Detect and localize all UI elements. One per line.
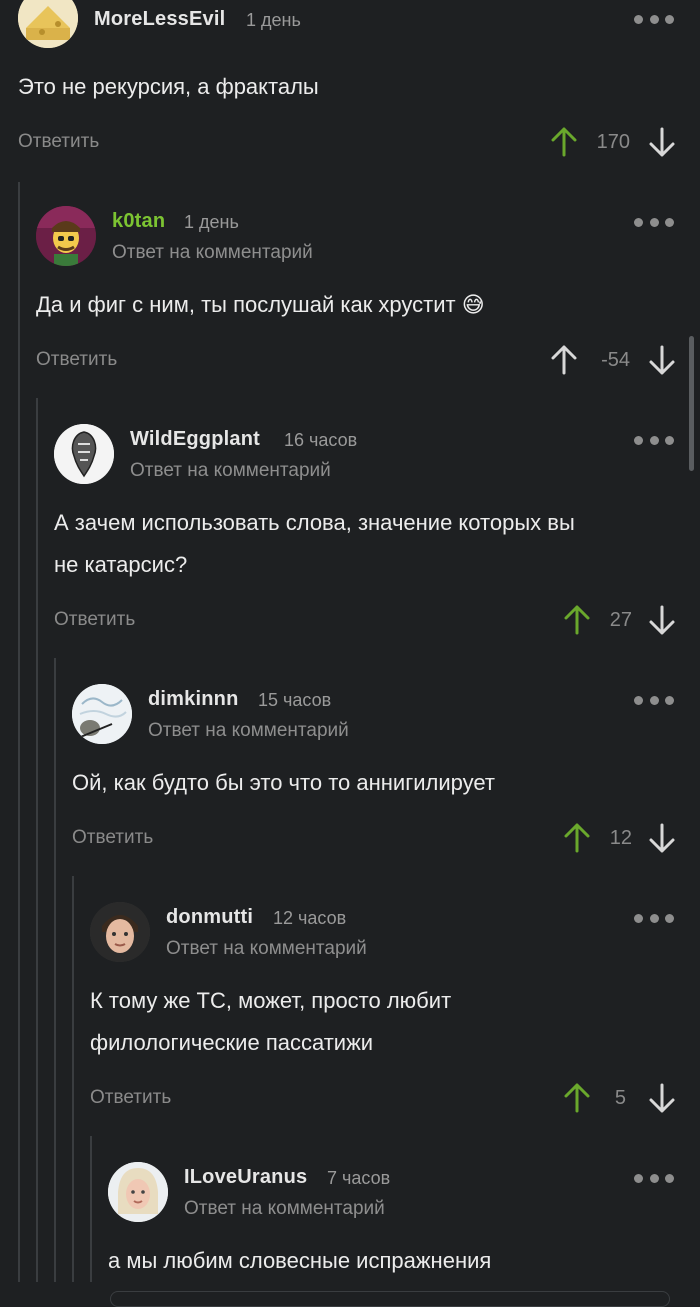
score-value: 27 (609, 609, 632, 631)
author-name[interactable]: k0tan (112, 210, 165, 233)
author-name[interactable]: WildEggplant (130, 428, 260, 451)
comment-time: 15 часов (258, 690, 332, 710)
score-value: -54 (601, 349, 630, 371)
avatar[interactable] (108, 1162, 168, 1222)
thread-line-level-5 (90, 1136, 92, 1282)
comment-text: Ой, как будто бы это что то аннигилирует (72, 770, 495, 795)
comment-text: Да и фиг с ним, ты послушай как хрустит … (36, 292, 485, 317)
comment-text-line-2: не катарсис? (54, 552, 188, 577)
arrow-down-icon[interactable] (648, 126, 676, 158)
more-dots-icon[interactable] (634, 12, 674, 26)
arrow-down-icon[interactable] (648, 822, 676, 854)
reply-button[interactable]: Ответить (18, 131, 99, 153)
bottom-bar (0, 1285, 700, 1307)
avatar[interactable] (18, 0, 78, 48)
author-name[interactable]: MoreLessEvil (94, 8, 225, 31)
score-value: 170 (596, 131, 630, 153)
comment-text-line-1: К тому же ТС, может, просто любит (90, 988, 452, 1013)
comment-time: 16 часов (284, 430, 358, 450)
thread-line-level-4 (72, 876, 74, 1282)
arrow-up-icon[interactable] (550, 126, 578, 158)
more-dots-icon[interactable] (634, 1171, 674, 1185)
score-value: 12 (609, 827, 632, 849)
arrow-up-icon[interactable] (563, 822, 591, 854)
scrollbar[interactable] (689, 336, 694, 471)
reply-to-label[interactable]: Ответ на комментарий (184, 1198, 385, 1220)
more-dots-icon[interactable] (634, 433, 674, 447)
comment-time: 1 день (184, 212, 239, 232)
photo-avatar-icon (72, 684, 132, 744)
score-value: 5 (614, 1087, 626, 1109)
person-avatar-icon (108, 1162, 168, 1222)
reply-to-label[interactable]: Ответ на комментарий (130, 460, 331, 482)
cheese-avatar-icon (18, 0, 78, 48)
comment-time: 1 день (246, 10, 301, 30)
more-dots-icon[interactable] (634, 215, 674, 229)
avatar[interactable] (36, 206, 96, 266)
reply-to-label[interactable]: Ответ на комментарий (148, 720, 349, 742)
arrow-up-icon[interactable] (563, 604, 591, 636)
more-dots-icon[interactable] (634, 911, 674, 925)
reply-to-label[interactable]: Ответ на комментарий (166, 938, 367, 960)
reply-button[interactable]: Ответить (72, 827, 153, 849)
more-dots-icon[interactable] (634, 693, 674, 707)
arrow-up-icon[interactable] (550, 344, 578, 376)
comment-text-line-2: филологические пассатижи (90, 1030, 374, 1055)
reply-to-label[interactable]: Ответ на комментарий (112, 242, 313, 264)
reply-button[interactable]: Ответить (54, 609, 135, 631)
thread-line-level-1 (18, 182, 20, 1282)
comment-text-line-1: А зачем использовать слова, значение кот… (54, 510, 575, 535)
arrow-down-icon[interactable] (648, 344, 676, 376)
comment-time: 12 часов (273, 908, 347, 928)
avatar[interactable] (72, 684, 132, 744)
author-name[interactable]: ILoveUranus (184, 1166, 307, 1189)
person-avatar-icon (90, 902, 150, 962)
cartoon-avatar-icon (36, 206, 96, 266)
comment-text: а мы любим словесные испражнения (108, 1248, 492, 1273)
comment-time: 7 часов (327, 1168, 391, 1188)
author-name[interactable]: donmutti (166, 906, 253, 929)
skull-avatar-icon (54, 424, 114, 484)
reply-button[interactable]: Ответить (36, 349, 117, 371)
avatar[interactable] (90, 902, 150, 962)
reply-button[interactable]: Ответить (90, 1087, 171, 1109)
arrow-down-icon[interactable] (648, 604, 676, 636)
avatar[interactable] (54, 424, 114, 484)
arrow-down-icon[interactable] (648, 1082, 676, 1114)
thread-line-level-3 (54, 658, 56, 1282)
thread-line-level-2 (36, 398, 38, 1282)
author-name[interactable]: dimkinnn (148, 688, 239, 711)
comment-text: Это не рекурсия, а фракталы (18, 74, 319, 99)
bottom-input-edge[interactable] (110, 1291, 670, 1307)
